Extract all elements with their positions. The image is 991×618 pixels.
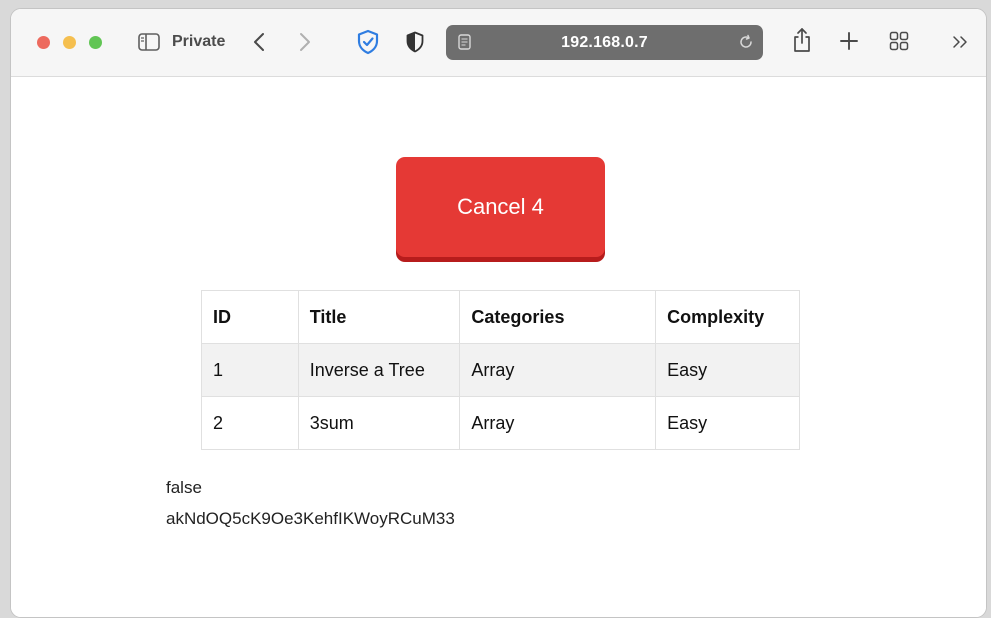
problems-table: ID Title Categories Complexity 1 Inverse… — [201, 290, 800, 450]
page-content: Cancel 4 ID Title Categories Complexity … — [11, 78, 986, 617]
header-id: ID — [201, 290, 299, 344]
cell-categories: Array — [459, 396, 657, 450]
plus-icon[interactable] — [837, 29, 861, 53]
cell-title: Inverse a Tree — [297, 343, 461, 397]
address-url[interactable]: 192.168.0.7 — [446, 25, 763, 60]
table-row: 1 Inverse a Tree Array Easy — [201, 343, 800, 397]
table-row: 2 3sum Array Easy — [201, 396, 800, 450]
browser-toolbar: Private 192.168.0.7 — [11, 9, 986, 77]
address-bar[interactable]: 192.168.0.7 — [446, 25, 763, 60]
minimize-window-button[interactable] — [63, 36, 76, 49]
cell-title: 3sum — [297, 396, 461, 450]
cell-categories: Array — [459, 343, 657, 397]
sidebar-icon[interactable] — [138, 31, 160, 53]
header-categories: Categories — [459, 290, 657, 344]
cancel-button[interactable]: Cancel 4 — [396, 157, 605, 257]
overflow-icon[interactable] — [949, 31, 971, 53]
forward-icon[interactable] — [295, 29, 315, 55]
private-mode-label[interactable]: Private — [172, 33, 225, 51]
shield-half-icon[interactable] — [404, 29, 426, 55]
back-icon[interactable] — [249, 29, 269, 55]
cell-complexity: Easy — [655, 396, 800, 450]
reload-icon[interactable] — [737, 33, 755, 51]
close-window-button[interactable] — [37, 36, 50, 49]
token-text: akNdOQ5cK9Oe3KehfIKWoyRCuM33 — [166, 509, 455, 528]
status-text: false — [166, 478, 202, 497]
browser-window: Private 192.168.0.7 Cancel 4 ID Title Ca… — [10, 8, 987, 618]
tab-overview-icon[interactable] — [887, 29, 911, 53]
table-header-row: ID Title Categories Complexity — [201, 290, 800, 344]
header-complexity: Complexity — [655, 290, 800, 344]
cell-id: 1 — [201, 343, 299, 397]
shield-check-icon[interactable] — [356, 28, 380, 56]
cell-complexity: Easy — [655, 343, 800, 397]
cell-id: 2 — [201, 396, 299, 450]
header-title: Title — [297, 290, 461, 344]
zoom-window-button[interactable] — [89, 36, 102, 49]
share-icon[interactable] — [791, 26, 813, 54]
